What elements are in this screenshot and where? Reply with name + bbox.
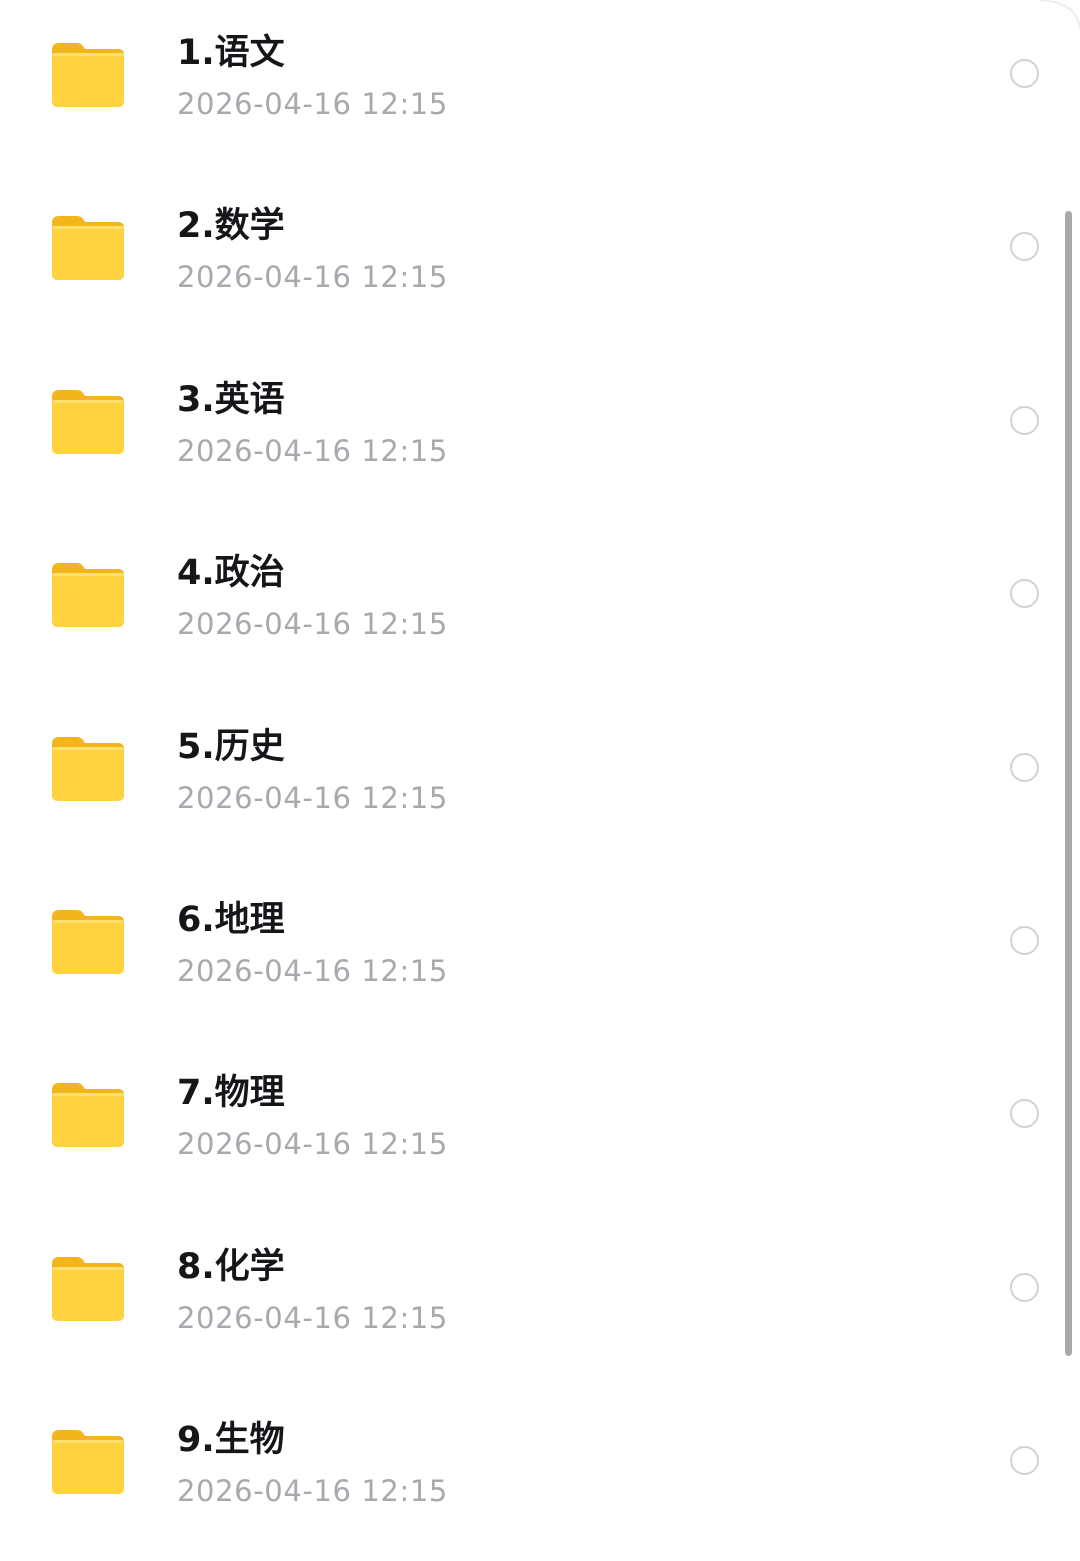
select-radio-button[interactable] xyxy=(1010,1099,1039,1129)
file-date: 2026-04-16 12:15 xyxy=(177,1300,448,1335)
file-date: 2026-04-16 12:15 xyxy=(177,953,448,988)
file-date: 2026-04-16 12:15 xyxy=(177,1127,448,1162)
file-name: 1.语文 xyxy=(177,33,285,73)
select-radio-button[interactable] xyxy=(1010,232,1039,262)
list-item[interactable]: 7.物理 2026-04-16 12:15 xyxy=(0,1040,1080,1213)
file-date: 2026-04-16 12:15 xyxy=(177,433,448,468)
list-item[interactable]: 8.化学 2026-04-16 12:15 xyxy=(0,1214,1080,1387)
file-name: 8.化学 xyxy=(177,1246,285,1287)
list-item[interactable]: 6.地理 2026-04-16 12:15 xyxy=(0,867,1080,1040)
file-name: 5.历史 xyxy=(177,726,285,767)
file-name: 3.英语 xyxy=(177,379,285,420)
folder-icon xyxy=(50,1254,126,1322)
file-date: 2026-04-16 12:15 xyxy=(177,260,448,295)
folder-icon xyxy=(50,40,126,108)
file-name: 7.物理 xyxy=(177,1073,285,1114)
folder-icon xyxy=(50,560,126,628)
select-radio-button[interactable] xyxy=(1010,1272,1039,1302)
folder-icon xyxy=(50,734,126,802)
scrollbar[interactable] xyxy=(1065,211,1072,1356)
list-item[interactable]: 5.历史 2026-04-16 12:15 xyxy=(0,694,1080,867)
file-date: 2026-04-16 12:15 xyxy=(177,607,448,642)
file-name: 4.政治 xyxy=(177,553,285,594)
list-item[interactable]: 3.英语 2026-04-16 12:15 xyxy=(0,347,1080,520)
folder-icon xyxy=(50,1080,126,1148)
file-name: 9.生物 xyxy=(177,1420,285,1461)
select-radio-button[interactable] xyxy=(1010,752,1039,782)
file-date: 2026-04-16 12:15 xyxy=(177,87,448,121)
select-radio-button[interactable] xyxy=(1010,59,1039,88)
list-item[interactable]: 9.生物 2026-04-16 12:15 xyxy=(0,1387,1080,1560)
folder-icon xyxy=(50,387,126,455)
select-radio-button[interactable] xyxy=(1010,925,1039,955)
select-radio-button[interactable] xyxy=(1010,405,1039,435)
file-date: 2026-04-16 12:15 xyxy=(177,780,448,815)
folder-icon xyxy=(50,907,126,975)
list-item[interactable]: 2.数学 2026-04-16 12:15 xyxy=(0,173,1080,346)
select-radio-button[interactable] xyxy=(1010,579,1039,609)
folder-icon xyxy=(50,1427,126,1495)
file-name: 6.地理 xyxy=(177,899,285,940)
select-radio-button[interactable] xyxy=(1010,1446,1039,1476)
folder-icon xyxy=(50,213,126,281)
list-item[interactable]: 4.政治 2026-04-16 12:15 xyxy=(0,520,1080,693)
list-item[interactable]: 1.语文 2026-04-16 12:15 xyxy=(0,0,1080,173)
file-list: 1.语文 2026-04-16 12:15 2.数学 2026-04-16 12… xyxy=(0,0,1080,1561)
file-name: 2.数学 xyxy=(177,206,285,247)
file-date: 2026-04-16 12:15 xyxy=(177,1474,448,1509)
